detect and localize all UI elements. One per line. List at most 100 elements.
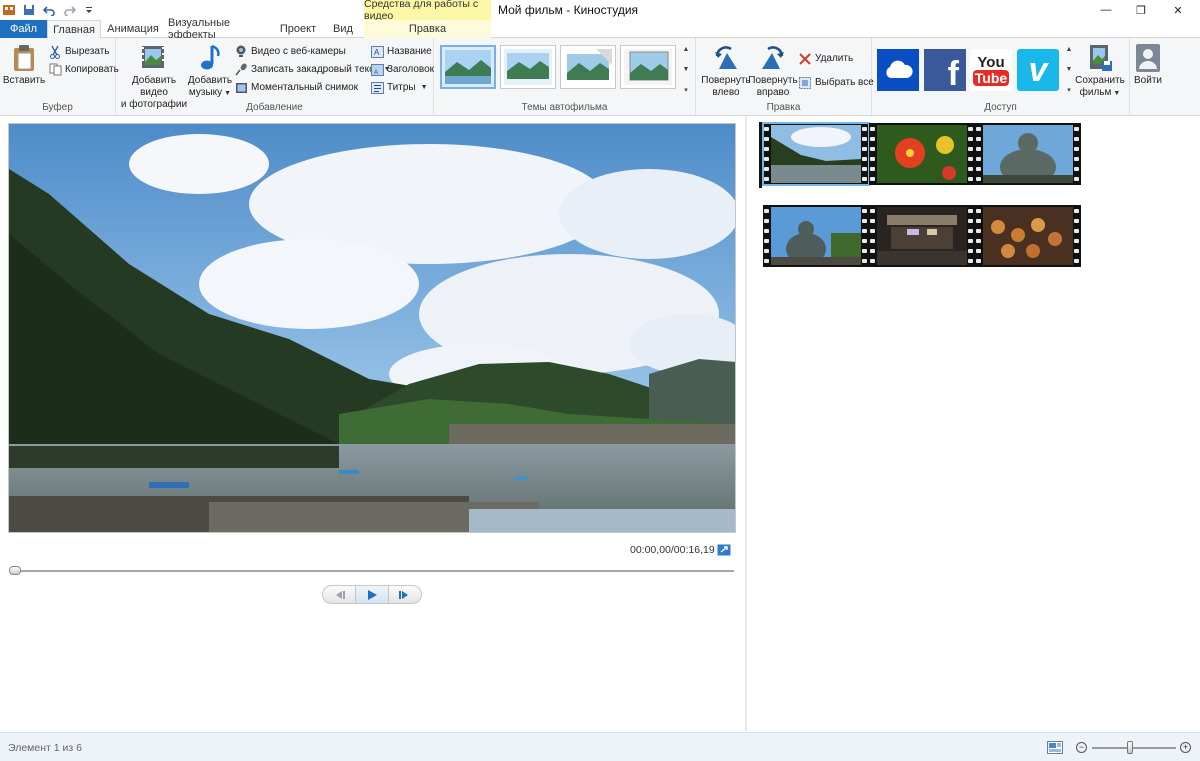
snapshot-label: Моментальный снимок (251, 82, 359, 93)
tab-project[interactable]: Проект (275, 20, 321, 38)
tab-edit[interactable]: Правка (364, 20, 491, 38)
tab-animation[interactable]: Анимация (103, 20, 163, 38)
scissors-icon (48, 45, 62, 59)
close-button[interactable]: ✕ (1160, 0, 1196, 20)
next-frame-button[interactable] (389, 586, 421, 603)
storyboard-playhead[interactable] (759, 122, 762, 188)
tab-file[interactable]: Файл (0, 20, 47, 38)
tab-home[interactable]: Главная (47, 20, 101, 39)
fullscreen-preview-button[interactable] (717, 544, 731, 556)
status-bar: Элемент 1 из 6 − + (0, 732, 1200, 761)
zoom-in-button[interactable]: + (1180, 742, 1191, 753)
storyboard-clip[interactable] (762, 122, 870, 186)
record-narration-button[interactable]: Записать закадровый текст ▼ (234, 61, 391, 78)
cut-label: Вырезать (65, 46, 110, 57)
select-all-button[interactable]: Выбрать все (798, 74, 874, 91)
snapshot-button[interactable]: Моментальный снимок (234, 79, 358, 96)
storyboard-clip[interactable] (869, 123, 975, 185)
film-photo-icon (139, 42, 169, 74)
share-group-label: Доступ (984, 102, 1017, 113)
movie-maker-window: Средства для работы с видео Мой фильм - … (0, 0, 1200, 761)
maximize-button[interactable]: ❐ (1123, 0, 1159, 20)
previous-frame-button[interactable] (323, 586, 355, 603)
play-icon (368, 589, 377, 600)
minimize-button[interactable]: — (1088, 0, 1124, 20)
theme-default[interactable] (440, 45, 496, 89)
scroll-up-icon[interactable]: ▲ (1066, 46, 1073, 53)
customize-qat-icon[interactable] (82, 3, 96, 17)
zoom-slider-track[interactable] (1092, 747, 1176, 749)
undo-icon[interactable] (42, 3, 56, 17)
add-credits-button[interactable]: Титры ▼ (370, 79, 428, 96)
video-preview[interactable] (8, 123, 736, 533)
storyboard-clip[interactable] (869, 205, 975, 267)
select-all-label: Выбрать все (815, 77, 874, 88)
clip-thumbnail (771, 207, 861, 265)
onedrive-share-button[interactable] (877, 49, 919, 91)
ribbon: Вставить Вырезать Копировать Буфер Добав… (0, 38, 1200, 116)
thumbnail-size-button[interactable] (1047, 741, 1063, 754)
add-caption-button[interactable]: A Заголовок (370, 61, 434, 78)
microphone-icon (234, 63, 248, 77)
rotate-right-button[interactable]: Повернуть вправо (748, 42, 798, 99)
cloud-icon (882, 58, 914, 83)
preview-image (9, 124, 735, 532)
svg-text:A: A (374, 70, 378, 76)
scroll-up-icon[interactable]: ▲ (683, 46, 690, 53)
credits-label: Титры (387, 82, 416, 93)
themes-gallery-scroll[interactable]: ▲ ▼ ▾ (680, 46, 692, 94)
add-title-button[interactable]: A Название (370, 43, 432, 60)
paste-button[interactable]: Вставить (3, 42, 45, 87)
save-movie-button[interactable]: Сохранить фильм ▼ (1075, 42, 1125, 100)
caption-label: Заголовок (387, 64, 435, 75)
rotate-left-button[interactable]: Повернуть влево (700, 42, 752, 99)
save-movie-label-1: Сохранить (1075, 75, 1125, 86)
seek-handle[interactable] (9, 566, 21, 575)
storyboard-clip[interactable] (975, 123, 1081, 185)
vimeo-share-button[interactable]: v (1017, 49, 1059, 91)
theme-cinematic[interactable] (560, 45, 616, 89)
clip-thumbnail (877, 125, 967, 183)
youtube-share-button[interactable]: You Tube (970, 49, 1012, 91)
tab-view[interactable]: Вид (326, 20, 360, 38)
title-icon: A (370, 45, 384, 59)
theme-contemporary[interactable] (500, 45, 556, 89)
clip-thumbnail (771, 125, 861, 183)
save-icon[interactable] (22, 3, 36, 17)
gallery-more-icon[interactable]: ▾ (1067, 86, 1071, 94)
rotate-left-label-2: влево (712, 87, 740, 98)
scroll-down-icon[interactable]: ▼ (683, 66, 690, 73)
scroll-down-icon[interactable]: ▼ (1066, 66, 1073, 73)
expand-icon (717, 544, 731, 556)
rotate-right-icon (758, 42, 788, 74)
add-music-button[interactable]: Добавить музыку ▼ (188, 42, 232, 100)
facebook-share-button[interactable]: f (924, 49, 966, 91)
tab-visual-effects[interactable]: Визуальные эффекты (168, 17, 270, 41)
dropdown-arrow-icon: ▼ (1113, 90, 1121, 97)
remove-button[interactable]: Удалить (798, 50, 853, 67)
sign-in-button[interactable]: Войти (1132, 42, 1164, 87)
redo-icon[interactable] (62, 3, 76, 17)
add-videos-photos-button[interactable]: Добавить видео и фотографии (120, 42, 188, 111)
themes-gallery (438, 43, 684, 93)
ribbon-tabs: Файл Главная Анимация Визуальные эффекты… (0, 17, 1200, 41)
app-icon[interactable] (2, 3, 16, 17)
storyboard-clip[interactable] (975, 205, 1081, 267)
zoom-out-button[interactable]: − (1076, 742, 1087, 753)
cut-button[interactable]: Вырезать (48, 43, 109, 60)
clip-thumbnail (983, 207, 1073, 265)
contextual-tab-group-label: Средства для работы с видео (364, 0, 491, 22)
webcam-video-button[interactable]: Видео с веб-камеры (234, 43, 346, 60)
zoom-slider-handle[interactable] (1126, 741, 1133, 754)
previous-frame-icon (336, 590, 345, 599)
seek-bar[interactable] (14, 570, 734, 572)
gallery-more-icon[interactable]: ▾ (684, 86, 688, 94)
theme-fade[interactable] (620, 45, 676, 89)
play-button[interactable] (355, 586, 389, 603)
share-gallery-scroll[interactable]: ▲ ▼ ▾ (1063, 46, 1075, 94)
add-music-label-1: Добавить (187, 75, 233, 86)
storyboard-clip[interactable] (763, 205, 869, 267)
pane-splitter[interactable] (745, 116, 747, 731)
copy-button[interactable]: Копировать (48, 61, 119, 78)
next-frame-icon (399, 590, 408, 599)
